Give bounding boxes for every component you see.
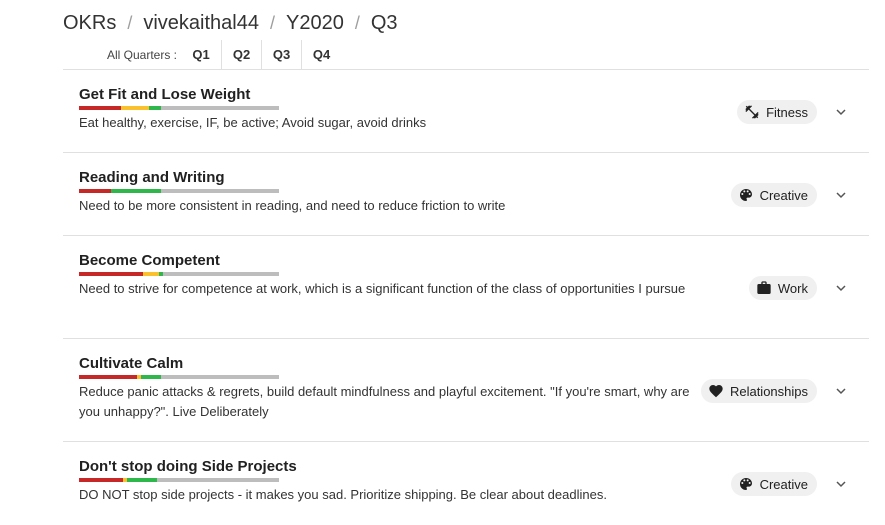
progress-bar [79,375,279,379]
progress-bar [79,478,279,482]
tab-q1[interactable]: Q1 [181,40,221,70]
progress-segment-red [79,189,111,193]
tag-label: Creative [759,476,808,492]
all-quarters-label: All Quarters : [107,47,178,62]
tag-chip[interactable]: Creative [730,183,817,207]
okr-description: Need to be more consistent in reading, a… [79,198,506,213]
tag-label: Relationships [729,383,808,399]
okr-title[interactable]: Become Competent [79,252,694,270]
progress-segment-green [149,106,161,110]
tab-q3[interactable]: Q3 [261,39,301,70]
expand-chevron-icon[interactable] [831,185,851,205]
okr-item[interactable]: Cultivate Calm Reduce panic attacks & re… [63,339,869,442]
fitness-icon [745,105,759,119]
expand-chevron-icon[interactable] [831,102,851,122]
okr-title[interactable]: Don't stop doing Side Projects [79,458,694,476]
breadcrumb-quarter[interactable]: Q3 [371,12,398,35]
breadcrumb-year[interactable]: Y2020 [286,12,344,35]
progress-segment-red [79,106,121,110]
progress-segment-red [79,375,137,379]
expand-chevron-icon[interactable] [831,278,851,298]
tag-chip[interactable]: Fitness [737,100,817,124]
okr-item[interactable]: Don't stop doing Side Projects DO NOT st… [63,442,869,525]
tab-q2[interactable]: Q2 [221,39,261,70]
breadcrumb: OKRs / vivekaithal44 / Y2020 / Q3 [63,12,398,35]
tag-chip[interactable]: Creative [730,472,817,496]
tab-q4[interactable]: Q4 [301,39,341,70]
progress-segment-yellow [143,272,159,276]
progress-segment-red [79,478,123,482]
tag-label: Creative [759,187,808,203]
okr-item[interactable]: Reading and Writing Need to be more cons… [63,153,869,236]
okr-description: DO NOT stop side projects - it makes you… [79,487,607,502]
okr-item[interactable]: Become Competent Need to strive for comp… [63,236,869,339]
okr-item[interactable]: Get Fit and Lose Weight Eat healthy, exe… [63,70,869,153]
okr-description: Eat healthy, exercise, IF, be active; Av… [79,115,427,130]
briefcase-icon [757,281,771,294]
okr-title[interactable]: Cultivate Calm [79,355,694,373]
progress-bar [79,272,279,276]
breadcrumb-okrs[interactable]: OKRs [63,12,116,35]
progress-bar [79,106,279,110]
tag-chip[interactable]: Work [748,276,817,300]
tag-label: Work [777,280,808,296]
palette-icon [739,478,752,490]
expand-chevron-icon[interactable] [831,474,851,494]
okr-title[interactable]: Reading and Writing [79,169,694,187]
progress-segment-grey [161,189,279,193]
tag-chip[interactable]: Relationships [700,379,817,403]
breadcrumb-separator: / [354,13,360,33]
progress-segment-grey [163,272,279,276]
progress-bar [79,189,279,193]
okr-description: Reduce panic attacks & regrets, build de… [79,384,690,419]
okr-list: Get Fit and Lose Weight Eat healthy, exe… [63,70,869,525]
breadcrumb-separator: / [127,13,133,33]
okr-title[interactable]: Get Fit and Lose Weight [79,86,694,104]
progress-segment-grey [157,478,279,482]
breadcrumb-user[interactable]: vivekaithal44 [143,12,259,35]
progress-segment-green [111,189,161,193]
progress-segment-red [79,272,143,276]
progress-segment-grey [161,106,279,110]
okr-description: Need to strive for competence at work, w… [79,281,686,296]
breadcrumb-separator: / [269,13,275,33]
progress-segment-green [127,478,157,482]
progress-segment-grey [161,375,279,379]
progress-segment-green [141,375,161,379]
quarter-tabs: All Quarters : Q1 Q2 Q3 Q4 [63,39,869,70]
heart-icon [709,385,723,398]
palette-icon [739,189,752,201]
tag-label: Fitness [766,104,808,120]
progress-segment-yellow [121,106,149,110]
expand-chevron-icon[interactable] [831,381,851,401]
